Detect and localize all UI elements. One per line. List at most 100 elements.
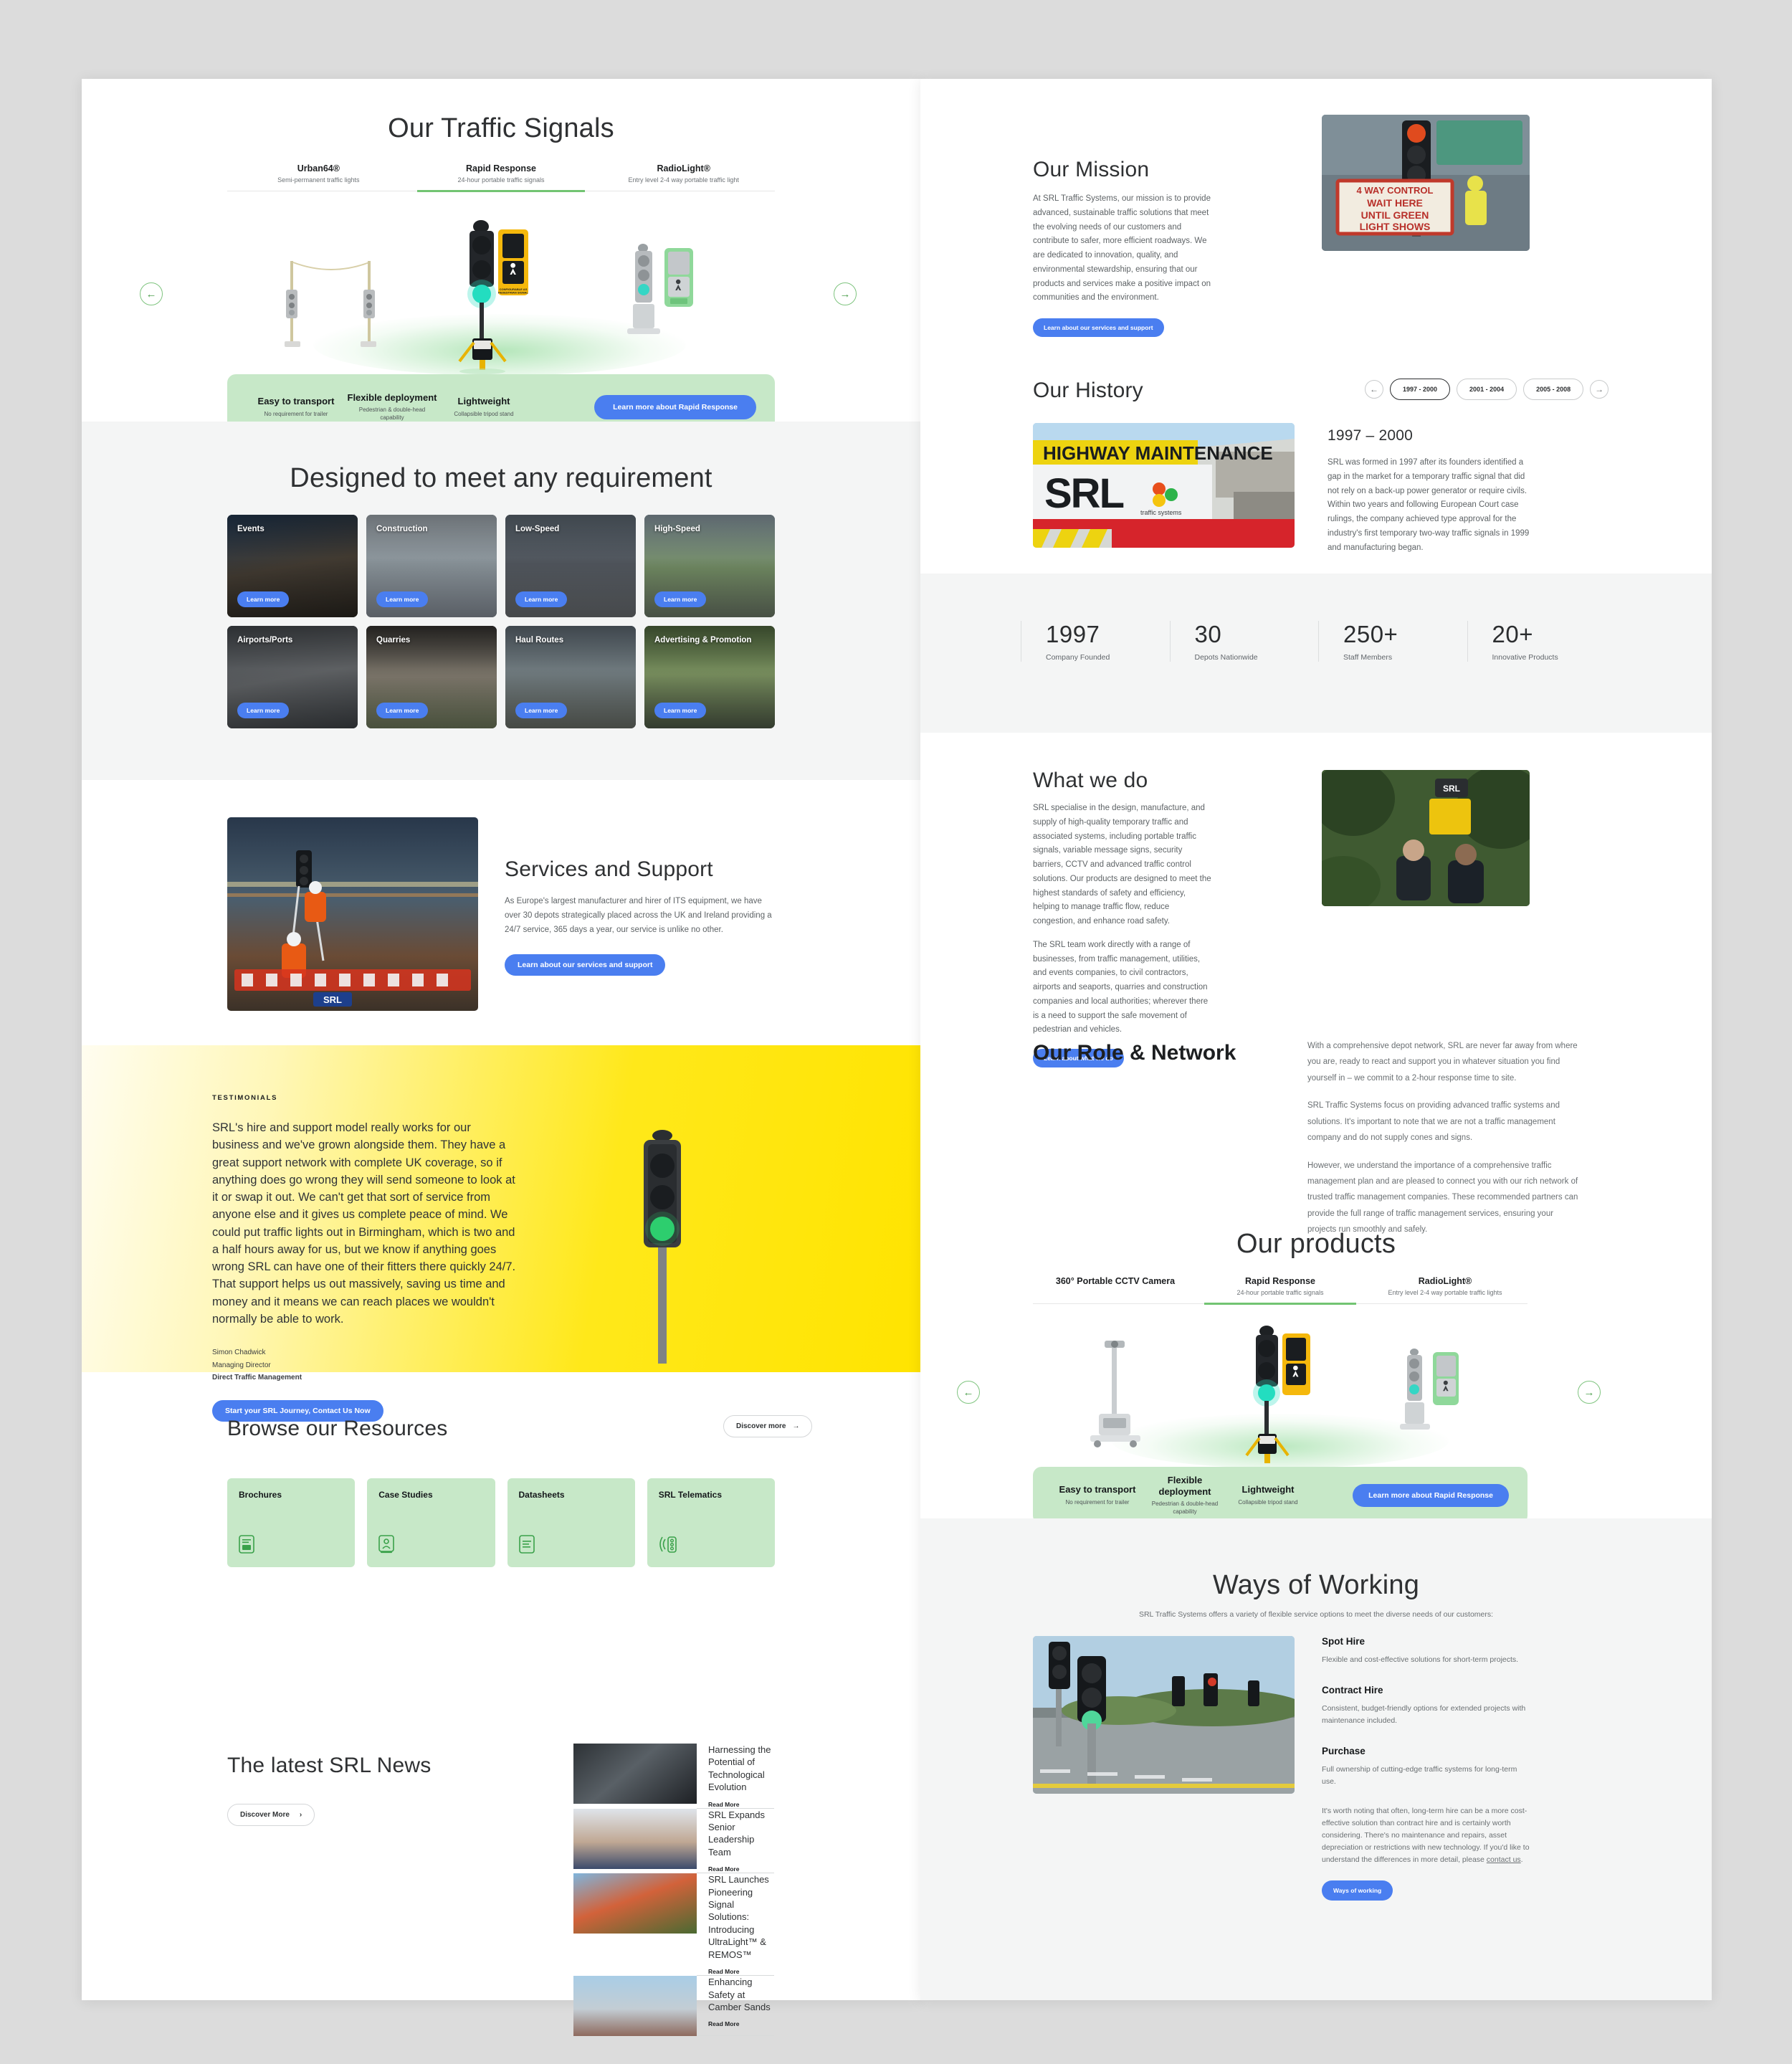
contact-us-link[interactable]: contact us bbox=[1487, 1855, 1521, 1864]
wow-heading: Spot Hire bbox=[1322, 1636, 1366, 1647]
mission-sign-line1: 4 WAY CONTROL bbox=[1357, 185, 1434, 196]
tab-sublabel: 24-hour portable traffic signals bbox=[1236, 1289, 1324, 1296]
traffic-signals-tabs: Urban64® Semi-permanent traffic lights R… bbox=[227, 163, 775, 192]
what-we-do-title: What we do bbox=[1033, 769, 1148, 792]
history-image: HIGHWAY MAINTENANCE SRL traffic systems bbox=[1033, 423, 1295, 548]
tab-label: 360° Portable CCTV Camera bbox=[1055, 1276, 1176, 1286]
news-read-more-link[interactable]: Read More bbox=[708, 1801, 774, 1808]
news-thumbnail bbox=[573, 1808, 697, 1869]
feature-sub: Collapsible tripod stand bbox=[454, 410, 514, 417]
requirement-card-quarries[interactable]: Quarries Learn more bbox=[366, 626, 497, 728]
wow-heading: Contract Hire bbox=[1322, 1685, 1383, 1696]
products-learn-more-button[interactable]: Learn more about Rapid Response bbox=[1353, 1484, 1509, 1507]
products-next-button[interactable]: → bbox=[1578, 1381, 1601, 1404]
resource-card-case-studies[interactable]: Case Studies bbox=[367, 1478, 495, 1567]
history-prev-button[interactable]: ← bbox=[1365, 380, 1383, 399]
feature-easy-to-transport: Easy to transport No requirement for tra… bbox=[1052, 1484, 1143, 1506]
products-feature-bar: Easy to transport No requirement for tra… bbox=[1033, 1467, 1528, 1524]
tab-label: RadioLight® bbox=[657, 163, 710, 173]
svg-text:SRL: SRL bbox=[323, 994, 342, 1005]
traffic-signals-section: Our Traffic Signals Urban64® Semi-perman… bbox=[82, 79, 920, 440]
tab-rapid-response[interactable]: Rapid Response 24-hour portable traffic … bbox=[410, 163, 593, 192]
history-pill-2001-2004[interactable]: 2001 - 2004 bbox=[1457, 379, 1517, 400]
card-learn-more-button[interactable]: Learn more bbox=[515, 703, 568, 718]
requirement-card-high-speed[interactable]: High-Speed Learn more bbox=[644, 515, 775, 617]
products-prev-button[interactable]: ← bbox=[957, 1381, 980, 1404]
card-learn-more-button[interactable]: Learn more bbox=[376, 591, 429, 607]
resource-card-srl-telematics[interactable]: SRL Telematics bbox=[647, 1478, 775, 1567]
requirement-card-low-speed[interactable]: Low-Speed Learn more bbox=[505, 515, 636, 617]
requirement-card-events[interactable]: Events Learn more bbox=[227, 515, 358, 617]
requirement-card-airports-ports[interactable]: Airports/Ports Learn more bbox=[227, 626, 358, 728]
tab-360-portable-cctv-camera[interactable]: 360° Portable CCTV Camera bbox=[1033, 1276, 1198, 1303]
requirements-section: Designed to meet any requirement Events … bbox=[82, 422, 920, 780]
requirement-card-construction[interactable]: Construction Learn more bbox=[366, 515, 497, 617]
card-learn-more-button[interactable]: Learn more bbox=[515, 591, 568, 607]
resource-card-title: SRL Telematics bbox=[658, 1490, 723, 1500]
news-list-item[interactable]: SRL Launches Pioneering Signal Solutions… bbox=[573, 1873, 774, 1977]
feature-sub: No requirement for trailer bbox=[1065, 1498, 1130, 1506]
tab-radiolight[interactable]: RadioLight® Entry level 2-4 way portable… bbox=[592, 163, 775, 191]
news-discover-more-button[interactable]: Discover More › bbox=[227, 1804, 315, 1826]
card-learn-more-button[interactable]: Learn more bbox=[654, 591, 707, 607]
learn-more-rapid-response-button[interactable]: Learn more about Rapid Response bbox=[594, 395, 756, 419]
resources-section: Browse our Resources Discover more → Bro… bbox=[82, 1372, 920, 1652]
tab-products-rapid-response[interactable]: Rapid Response 24-hour portable traffic … bbox=[1198, 1276, 1363, 1305]
card-learn-more-button[interactable]: Learn more bbox=[237, 591, 290, 607]
tab-sublabel: Entry level 2-4 way portable traffic lig… bbox=[1388, 1289, 1502, 1296]
product-carousel-stage: CONFIGURABLE AS PEDESTRIAN SIGNAL ← → bbox=[140, 219, 857, 376]
tab-sublabel: Semi-permanent traffic lights bbox=[277, 176, 360, 184]
card-learn-more-button[interactable]: Learn more bbox=[237, 703, 290, 718]
news-thumbnail bbox=[573, 1873, 697, 1934]
news-read-more-link[interactable]: Read More bbox=[708, 1968, 774, 1975]
stat-number: 30 bbox=[1194, 621, 1222, 647]
requirement-card-haul-routes[interactable]: Haul Routes Learn more bbox=[505, 626, 636, 728]
history-section: Our History ← 1997 - 2000 2001 - 2004 20… bbox=[920, 344, 1712, 574]
news-read-more-link[interactable]: Read More bbox=[708, 2020, 774, 2027]
history-next-button[interactable]: → bbox=[1590, 380, 1609, 399]
news-read-more-link[interactable]: Read More bbox=[708, 1865, 774, 1873]
services-support-body: As Europe's largest manufacturer and hir… bbox=[505, 897, 772, 934]
products-section: Our products 360° Portable CCTV Camera R… bbox=[920, 1210, 1712, 1524]
carousel-prev-button[interactable]: ← bbox=[140, 282, 163, 305]
feature-flexible-deployment: Flexible deployment Pedestrian & double-… bbox=[1143, 1475, 1226, 1516]
history-pill-2005-2008[interactable]: 2005 - 2008 bbox=[1523, 379, 1584, 400]
role-network-text: With a comprehensive depot network, SRL … bbox=[1307, 1038, 1580, 1238]
mission-cta-button[interactable]: Learn about our services and support bbox=[1033, 318, 1164, 338]
news-text: SRL Expands Senior Leadership Team Read … bbox=[697, 1809, 774, 1874]
tab-urban64[interactable]: Urban64® Semi-permanent traffic lights bbox=[227, 163, 410, 191]
resources-discover-more-button[interactable]: Discover more → bbox=[723, 1415, 813, 1437]
arrow-right-icon: → bbox=[792, 1422, 800, 1430]
brochure-icon bbox=[239, 1535, 254, 1557]
feature-sub: Pedestrian & double-head capability bbox=[1151, 1501, 1219, 1516]
feature-easy-to-transport: Easy to transport No requirement for tra… bbox=[246, 396, 346, 418]
testimonial-author: Simon Chadwick bbox=[212, 1349, 266, 1356]
role-network-section: Our Role & Network With a comprehensive … bbox=[920, 998, 1712, 1234]
tab-products-radiolight[interactable]: RadioLight® Entry level 2-4 way portable… bbox=[1363, 1276, 1528, 1303]
news-list-item[interactable]: SRL Expands Senior Leadership Team Read … bbox=[573, 1808, 774, 1874]
history-pill-nav: ← 1997 - 2000 2001 - 2004 2005 - 2008 → bbox=[1365, 379, 1609, 400]
ways-of-working-list: Spot Hire Flexible and cost-effective so… bbox=[1322, 1636, 1530, 1901]
card-learn-more-button[interactable]: Learn more bbox=[376, 703, 429, 718]
resource-card-brochures[interactable]: Brochures bbox=[227, 1478, 356, 1567]
stat-company-founded: 1997 Company Founded bbox=[1021, 621, 1170, 662]
history-pill-1997-2000[interactable]: 1997 - 2000 bbox=[1390, 379, 1451, 400]
resource-card-datasheets[interactable]: Datasheets bbox=[507, 1478, 635, 1567]
right-page-panel: Our Mission At SRL Traffic Systems, our … bbox=[920, 79, 1712, 2000]
services-support-image: SRL bbox=[227, 817, 478, 1011]
news-list-item[interactable]: Enhancing Safety at Camber Sands Read Mo… bbox=[573, 1976, 774, 2037]
ways-of-working-cta-button[interactable]: Ways of working bbox=[1322, 1880, 1393, 1901]
news-thumbnail bbox=[573, 1744, 697, 1804]
product-rapid-response-hero: CONFIGURABLE AS PEDESTRIAN SIGNAL bbox=[448, 219, 556, 376]
requirement-card-advertising-promotion[interactable]: Advertising & Promotion Learn more bbox=[644, 626, 775, 728]
card-learn-more-button[interactable]: Learn more bbox=[654, 703, 707, 718]
carousel-next-button[interactable]: → bbox=[834, 282, 857, 305]
testimonials-eyebrow: TESTIMONIALS bbox=[212, 1094, 278, 1102]
svg-text:SRL: SRL bbox=[1443, 784, 1460, 794]
discover-more-label: Discover More bbox=[240, 1811, 290, 1819]
services-support-title: Services and Support bbox=[505, 857, 713, 881]
services-support-cta-button[interactable]: Learn about our services and support bbox=[505, 954, 666, 976]
feature-title: Easy to transport bbox=[1059, 1484, 1136, 1495]
wow-note: It's worth noting that often, long-term … bbox=[1322, 1805, 1530, 1866]
news-list-item[interactable]: Harnessing the Potential of Technologica… bbox=[573, 1744, 774, 1809]
